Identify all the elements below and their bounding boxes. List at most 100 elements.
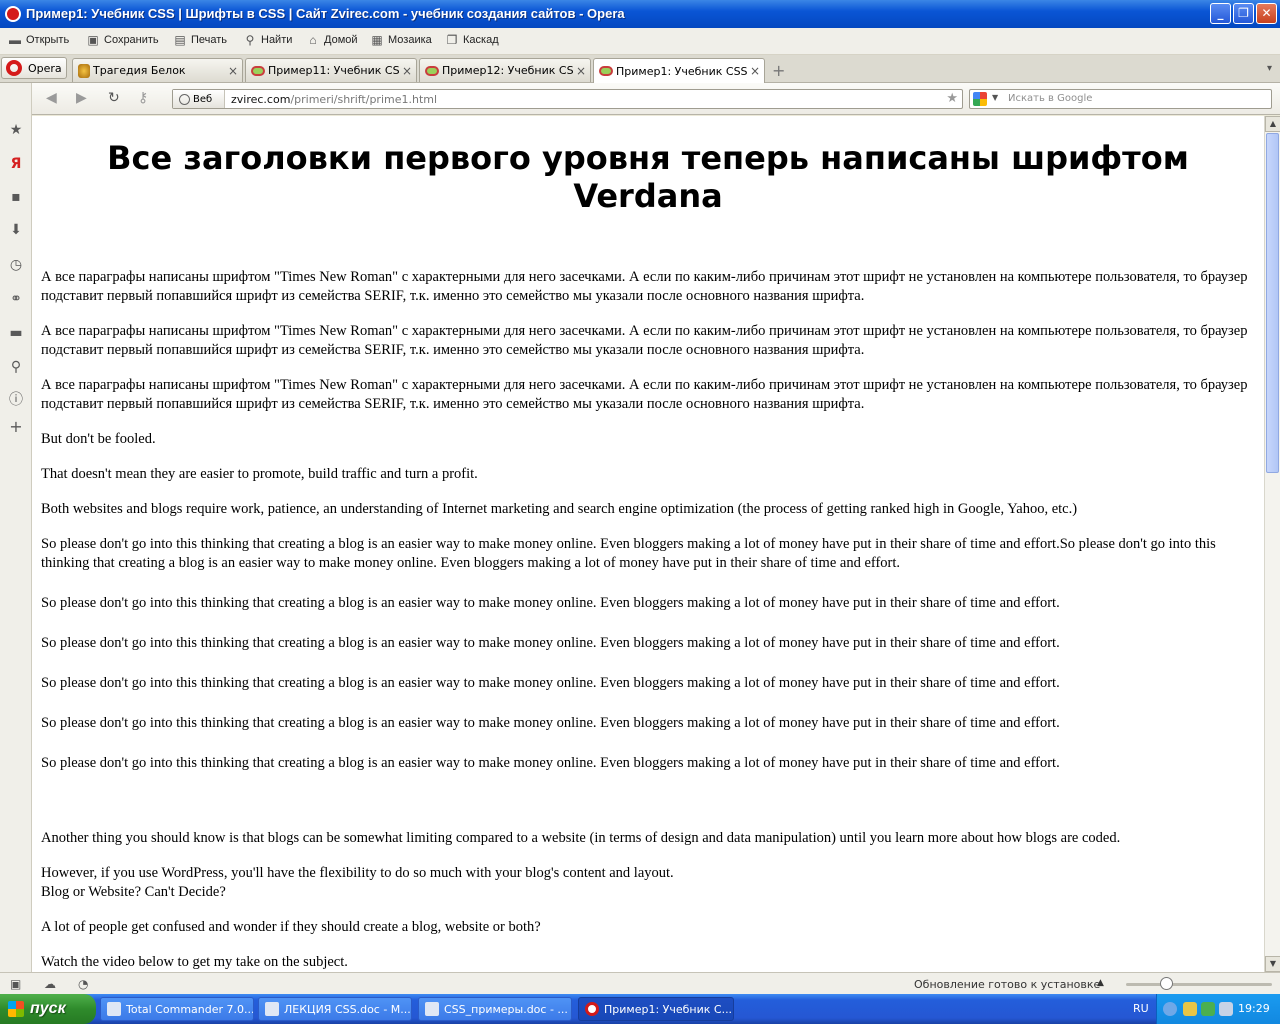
reload-icon[interactable]: ↻: [108, 90, 120, 106]
paragraph: А все параграфы написаны шрифтом "Times …: [41, 269, 1248, 304]
home-button[interactable]: ⌂ Домой: [306, 33, 357, 47]
forward-arrow-icon[interactable]: ▶: [76, 90, 87, 106]
bookmark-star-icon[interactable]: ★: [946, 91, 958, 106]
clock: 19:29: [1238, 1002, 1270, 1015]
paragraph: So please don't go into this thinking th…: [41, 675, 1060, 691]
close-button[interactable]: ✕: [1256, 3, 1277, 24]
taskbar: пуск Total Commander 7.0... ЛЕКЦИЯ CSS.d…: [0, 994, 1280, 1024]
url-text[interactable]: zvirec.com/primeri/shrift/prime1.html: [231, 93, 437, 106]
task-css-examples-doc[interactable]: CSS_примеры.doc - ...: [418, 997, 572, 1021]
main-toolbar: ▬ Открыть ▣ Сохранить ▤ Печать ⚲ Найти ⌂…: [0, 28, 1280, 55]
key-icon[interactable]: ⚷: [138, 90, 148, 106]
vertical-scrollbar[interactable]: ▲ ▼: [1264, 116, 1280, 972]
status-bar: ▣ ☁ ◔ Обновление готово к установке ▲: [0, 972, 1280, 994]
maximize-button[interactable]: ❐: [1233, 3, 1254, 24]
info-icon[interactable]: ⓘ: [8, 392, 24, 408]
url-input[interactable]: Веб zvirec.com/primeri/shrift/prime1.htm…: [172, 89, 963, 109]
opera-menu-button[interactable]: Opera: [1, 57, 67, 79]
favicon-icon: [599, 66, 613, 76]
title-bar[interactable]: Пример1: Учебник CSS | Шрифты в CSS | Са…: [0, 0, 1280, 28]
tray-volume-icon[interactable]: [1219, 1002, 1233, 1016]
cascade-icon: ❐: [446, 33, 458, 47]
back-arrow-icon[interactable]: ◀: [46, 90, 57, 106]
chevron-up-icon[interactable]: ▲: [1097, 978, 1104, 988]
paragraph: Another thing you should know is that bl…: [41, 830, 1121, 846]
find-button[interactable]: ⚲ Найти: [243, 33, 293, 47]
language-indicator[interactable]: RU: [1133, 1002, 1149, 1015]
task-total-commander[interactable]: Total Commander 7.0...: [100, 997, 254, 1021]
task-opera[interactable]: Пример1: Учебник С...: [578, 997, 734, 1021]
tray-arrow-icon[interactable]: [1163, 1002, 1177, 1016]
paragraph: So please don't go into this thinking th…: [41, 635, 1060, 651]
history-icon[interactable]: ◷: [8, 257, 24, 273]
paragraph: А все параграфы написаны шрифтом "Times …: [41, 323, 1248, 358]
windows-logo-icon: [8, 1001, 24, 1017]
bookmarks-star-icon[interactable]: ★: [8, 122, 24, 138]
add-panel-icon[interactable]: +: [8, 419, 24, 435]
notes-icon[interactable]: ▪: [8, 189, 24, 205]
paragraph: So please don't go into this thinking th…: [41, 755, 1060, 771]
windows-icon[interactable]: ▬: [8, 325, 24, 341]
paragraph: So please don't go into this thinking th…: [41, 715, 1060, 731]
zoom-slider[interactable]: [1126, 983, 1272, 986]
search-icon[interactable]: ⚲: [8, 359, 24, 375]
print-icon: ▤: [174, 33, 186, 47]
update-status[interactable]: Обновление готово к установке: [914, 978, 1100, 991]
search-icon: ⚲: [245, 33, 255, 47]
google-icon[interactable]: [973, 92, 987, 106]
favicon-icon: [251, 65, 265, 76]
paragraph: Blog or Website? Can't Decide?: [41, 884, 226, 900]
opera-window: Пример1: Учебник CSS | Шрифты в CSS | Са…: [0, 0, 1280, 1024]
panel-toggle-icon[interactable]: ▣: [10, 977, 21, 991]
task-lecture-doc[interactable]: ЛЕКЦИЯ CSS.doc - M...: [258, 997, 412, 1021]
tray-antivirus-icon[interactable]: [1201, 1002, 1215, 1016]
speed-dial-icon[interactable]: ◔: [78, 977, 88, 991]
scroll-up-icon[interactable]: ▲: [1265, 116, 1280, 132]
links-icon[interactable]: ⚭: [8, 291, 24, 307]
yandex-icon[interactable]: Я: [8, 156, 24, 172]
tab-close-icon[interactable]: ×: [400, 64, 414, 78]
scroll-thumb[interactable]: [1266, 133, 1279, 473]
opera-logo-icon: [6, 60, 22, 76]
zoom-slider-knob[interactable]: [1160, 977, 1173, 990]
home-icon: ⌂: [309, 33, 317, 47]
turbo-icon[interactable]: ☁: [44, 977, 56, 991]
tab-example1[interactable]: Пример1: Учебник CSS ... ×: [593, 58, 765, 83]
downloads-icon[interactable]: ⬇: [8, 222, 24, 238]
tab-close-icon[interactable]: ×: [574, 64, 588, 78]
tab-bar: Opera Трагедия Белок × Пример11: Учебник…: [0, 55, 1280, 83]
open-button[interactable]: ▬ Открыть: [8, 34, 69, 46]
opera-logo-icon: [5, 6, 21, 22]
tray-network-icon[interactable]: [1183, 1002, 1197, 1016]
new-tab-button[interactable]: +: [772, 61, 785, 80]
favicon-icon: [425, 65, 439, 76]
tile-button[interactable]: ▦ Мозаика: [370, 33, 431, 47]
paragraph: That doesn't mean they are easier to pro…: [41, 466, 478, 482]
word-document-icon: [265, 1002, 279, 1016]
tab-close-icon[interactable]: ×: [748, 64, 762, 78]
cascade-button[interactable]: ❐ Каскад: [445, 34, 499, 46]
print-button[interactable]: ▤ Печать: [173, 34, 227, 46]
save-icon: ▣: [87, 33, 99, 47]
address-bar: ◀ ▶ ↻ ⚷ Веб zvirec.com/primeri/shrift/pr…: [32, 83, 1280, 115]
start-button[interactable]: пуск: [0, 994, 96, 1024]
minimize-button[interactable]: _: [1210, 3, 1231, 24]
tile-icon: ▦: [371, 33, 383, 47]
save-button[interactable]: ▣ Сохранить: [86, 33, 158, 47]
scroll-down-icon[interactable]: ▼: [1265, 956, 1280, 972]
tab-example12[interactable]: Пример12: Учебник CS... ×: [419, 58, 591, 82]
paragraph: Watch the video below to get my take on …: [41, 954, 348, 970]
chevron-down-icon[interactable]: ▼: [992, 93, 998, 102]
search-placeholder: Искать в Google: [1008, 93, 1093, 104]
page-content: А все параграфы написаны шрифтом "Times …: [41, 268, 1256, 972]
page-heading: Все заголовки первого уровня теперь напи…: [107, 139, 1189, 215]
tab-close-icon[interactable]: ×: [226, 64, 240, 78]
paragraph: Both websites and blogs require work, pa…: [41, 501, 1078, 517]
paragraph: A lot of people get confused and wonder …: [41, 919, 541, 935]
tab-tragedy[interactable]: Трагедия Белок ×: [72, 58, 243, 82]
web-page[interactable]: Все заголовки первого уровня теперь напи…: [32, 116, 1264, 972]
tab-list-button[interactable]: ▾: [1267, 63, 1272, 74]
tab-example11[interactable]: Пример11: Учебник CS... ×: [245, 58, 417, 82]
search-input[interactable]: ▼ Искать в Google: [969, 89, 1272, 109]
web-badge[interactable]: Веб: [173, 90, 225, 108]
